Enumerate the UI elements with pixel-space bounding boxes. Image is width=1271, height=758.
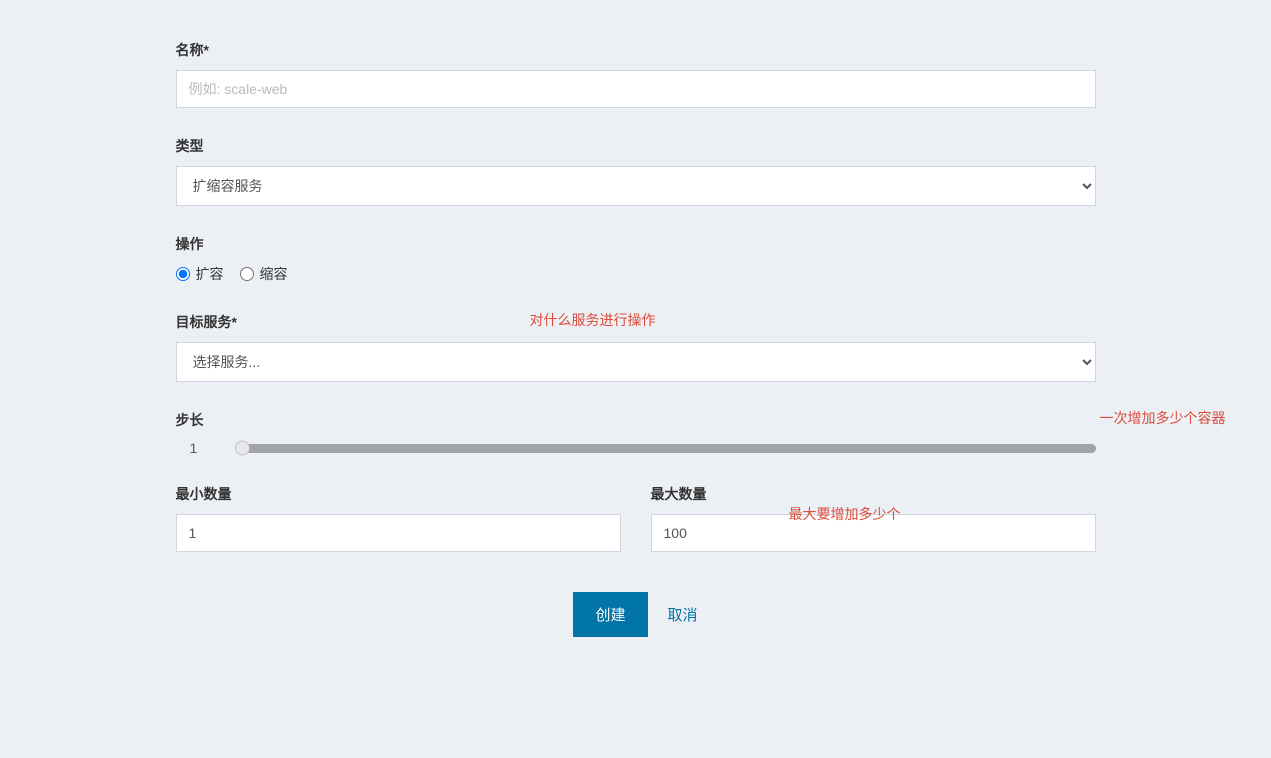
create-button[interactable]: 创建 — [573, 592, 647, 637]
annotation-step: 一次增加多少个容器 — [1100, 408, 1226, 428]
radio-scale-down-label: 缩容 — [260, 264, 288, 284]
step-slider-track — [236, 444, 1096, 453]
step-value: 1 — [176, 440, 216, 456]
target-select[interactable]: 选择服务... — [176, 342, 1096, 382]
radio-scale-up[interactable]: 扩容 — [176, 264, 224, 284]
name-label: 名称* — [176, 40, 1096, 60]
type-select[interactable]: 扩缩容服务 — [176, 166, 1096, 206]
min-label: 最小数量 — [176, 484, 621, 504]
annotation-target: 对什么服务进行操作 — [530, 310, 656, 330]
cancel-button[interactable]: 取消 — [668, 604, 698, 625]
radio-scale-up-label: 扩容 — [196, 264, 224, 284]
radio-scale-up-input[interactable] — [176, 267, 190, 281]
target-label: 目标服务* — [176, 312, 237, 332]
max-label: 最大数量 — [651, 484, 707, 504]
radio-scale-down-input[interactable] — [240, 267, 254, 281]
step-slider[interactable] — [236, 441, 1096, 455]
min-input[interactable] — [176, 514, 621, 552]
step-label: 步长 — [176, 410, 204, 430]
action-label: 操作 — [176, 234, 1096, 254]
name-input[interactable] — [176, 70, 1096, 108]
step-slider-thumb[interactable] — [235, 441, 250, 456]
type-label: 类型 — [176, 136, 1096, 156]
radio-scale-down[interactable]: 缩容 — [240, 264, 288, 284]
annotation-max: 最大要增加多少个 — [789, 504, 901, 524]
